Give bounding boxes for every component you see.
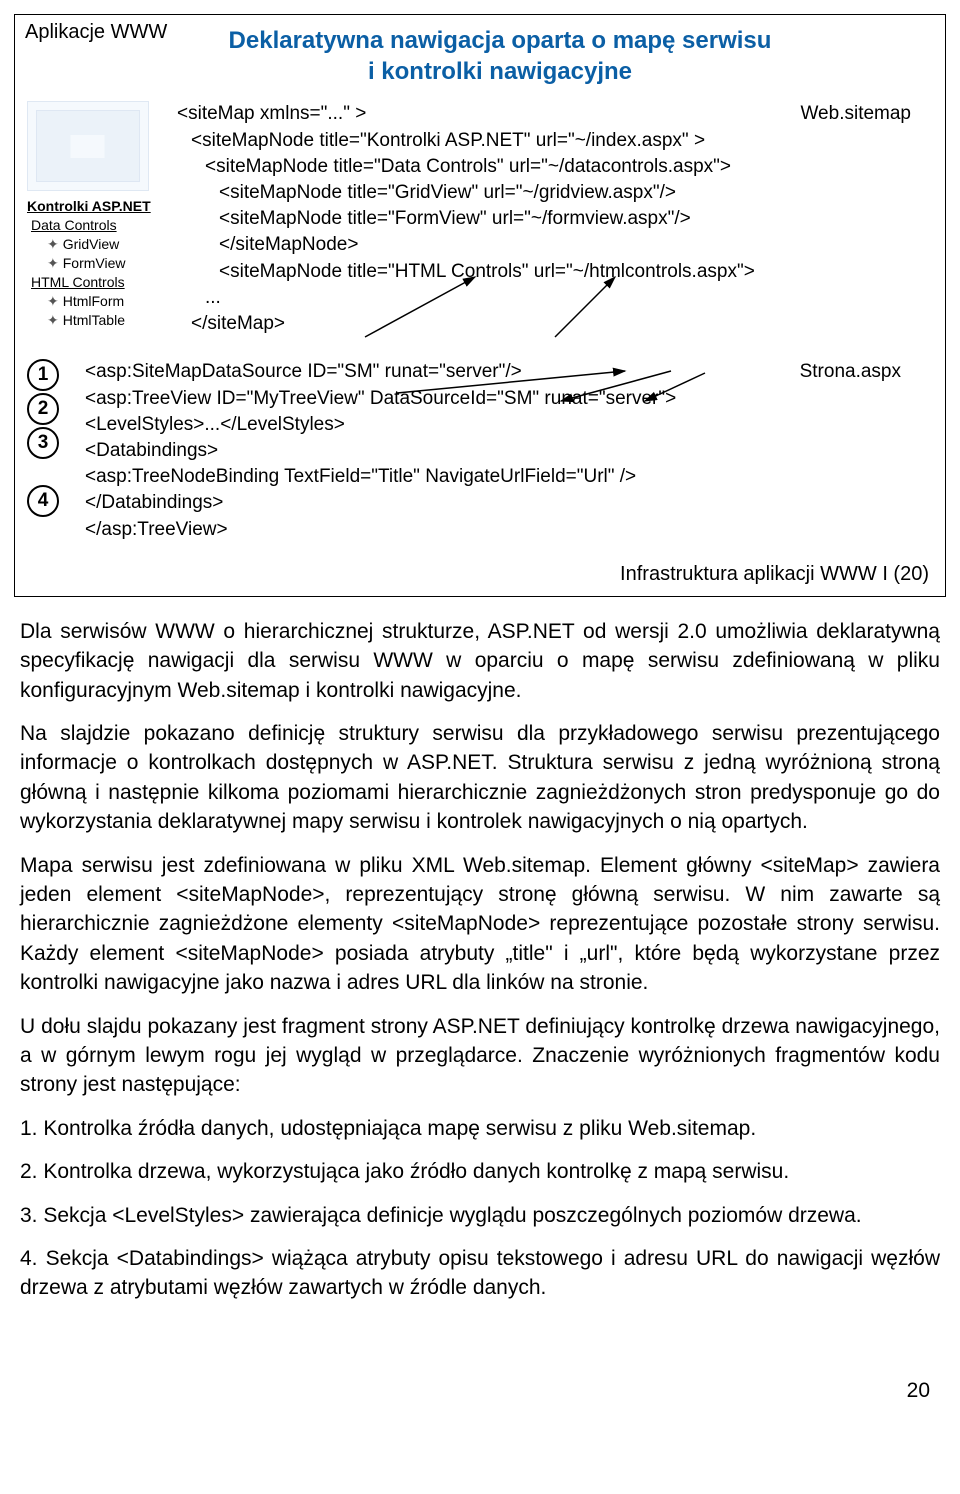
tree-root-link[interactable]: Kontrolki ASP.NET <box>27 198 151 214</box>
slide-body: Kontrolki ASP.NET Data Controls ✦GridVie… <box>15 101 945 337</box>
code-line: </Databindings> <box>85 490 931 516</box>
code-line: <siteMapNode title="Kontrolki ASP.NET" u… <box>177 128 931 154</box>
code-line: <siteMapNode title="Data Controls" url="… <box>177 154 931 180</box>
code-line: <siteMapNode title="FormView" url="~/for… <box>177 206 931 232</box>
bullet-icon: ✦ <box>47 235 59 254</box>
note-paragraph: 3. Sekcja <LevelStyles> zawierająca defi… <box>20 1201 940 1230</box>
note-paragraph: Na slajdzie pokazano definicję struktury… <box>20 719 940 837</box>
note-paragraph: Dla serwisów WWW o hierarchicznej strukt… <box>20 617 940 705</box>
tree-item[interactable]: ✦GridView <box>47 235 177 254</box>
note-paragraph: Mapa serwisu jest zdefiniowana w pliku X… <box>20 851 940 998</box>
code-line: <asp:TreeNodeBinding TextField="Title" N… <box>85 464 931 490</box>
circle-1: 1 <box>27 359 59 391</box>
tree-root: Kontrolki ASP.NET <box>27 197 177 216</box>
tree-group[interactable]: Data Controls <box>31 216 177 235</box>
note-paragraph: 2. Kontrolka drzewa, wykorzystująca jako… <box>20 1157 940 1186</box>
header-label: Aplikacje WWW <box>25 19 167 46</box>
speaker-notes: Dla serwisów WWW o hierarchicznej strukt… <box>0 617 960 1337</box>
aspx-code: Strona.aspx <asp:SiteMapDataSource ID="S… <box>85 359 931 543</box>
tree-item-label: HtmlForm <box>63 293 124 309</box>
bullet-icon: ✦ <box>47 292 59 311</box>
number-circles: 1 2 3 4 <box>27 359 85 543</box>
note-paragraph: U dołu slajdu pokazany jest fragment str… <box>20 1012 940 1100</box>
tree-item[interactable]: ✦HtmlTable <box>47 311 177 330</box>
tree: Kontrolki ASP.NET Data Controls ✦GridVie… <box>27 197 177 329</box>
tree-item-label: GridView <box>63 236 120 252</box>
file-label-websitemap: Web.sitemap <box>800 101 911 127</box>
code-line: </asp:TreeView> <box>85 517 931 543</box>
code-line: <siteMapNode title="HTML Controls" url="… <box>177 259 931 285</box>
note-paragraph: 1. Kontrolka źródła danych, udostępniają… <box>20 1114 940 1143</box>
bullet-icon: ✦ <box>47 254 59 273</box>
code-line: </siteMapNode> <box>177 232 931 258</box>
tree-item-label: FormView <box>63 255 126 271</box>
slide-title-text: Deklaratywna nawigacja oparta o mapę ser… <box>229 27 772 85</box>
code-line: <LevelStyles>...</LevelStyles> <box>85 412 931 438</box>
page-number: 20 <box>0 1337 960 1425</box>
code-line: <asp:TreeView ID="MyTreeView" DataSource… <box>85 386 931 412</box>
tree-item[interactable]: ✦FormView <box>47 254 177 273</box>
bottom-code-area: 1 2 3 4 Strona.aspx <asp:SiteMapDataSour… <box>15 337 945 543</box>
circle-3: 3 <box>27 427 59 459</box>
circle-4: 4 <box>27 485 59 517</box>
slide-footer: Infrastruktura aplikacji WWW I (20) <box>15 543 945 590</box>
tree-group[interactable]: HTML Controls <box>31 273 177 292</box>
circle-2: 2 <box>27 393 59 425</box>
slide-container: Aplikacje WWW Deklaratywna nawigacja opa… <box>14 14 946 597</box>
thumbnail-image <box>27 101 149 191</box>
sitemap-code: Web.sitemap <siteMap xmlns="..." > <site… <box>177 101 931 337</box>
slide-title: Deklaratywna nawigacja oparta o mapę ser… <box>175 25 825 87</box>
code-line: <siteMapNode title="GridView" url="~/gri… <box>177 180 931 206</box>
note-paragraph: 4. Sekcja <Databindings> wiążąca atrybut… <box>20 1244 940 1303</box>
tree-item[interactable]: ✦HtmlForm <box>47 292 177 311</box>
nav-tree-preview: Kontrolki ASP.NET Data Controls ✦GridVie… <box>27 101 177 329</box>
file-label-strona: Strona.aspx <box>800 359 901 385</box>
code-line: <Databindings> <box>85 438 931 464</box>
code-line: </siteMap> <box>177 311 931 337</box>
bullet-icon: ✦ <box>47 311 59 330</box>
tree-item-label: HtmlTable <box>63 312 125 328</box>
code-line: ... <box>177 285 931 311</box>
